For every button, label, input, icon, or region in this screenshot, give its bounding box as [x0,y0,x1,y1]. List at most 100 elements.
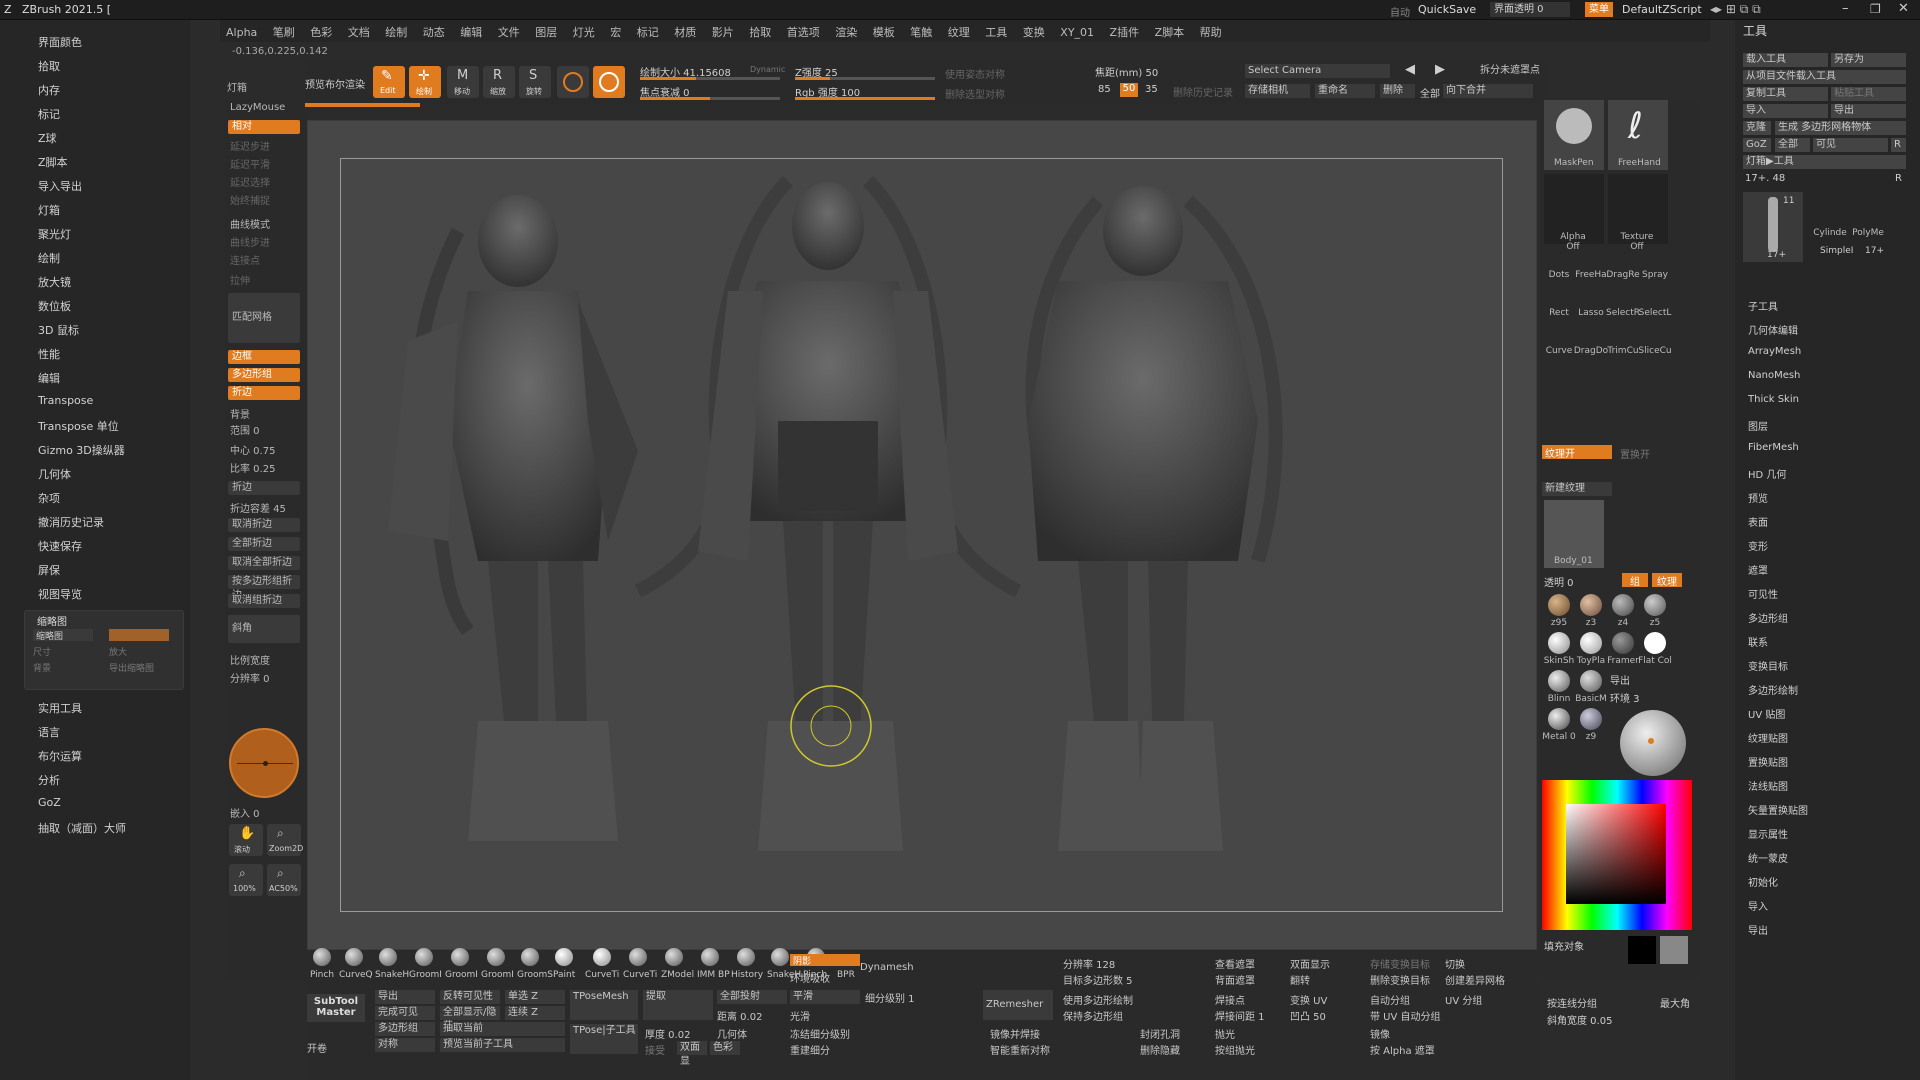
maskpen-brush-icon[interactable]: MaskPen [1544,100,1604,170]
rename-camera-button[interactable]: 重命名 [1315,84,1375,98]
left-menu-item[interactable]: Gizmo 3D操纵器 [38,442,125,458]
sdiv-slider[interactable]: 细分级别 1 [865,990,915,1005]
freehand-stroke-icon[interactable]: ℓ FreeHand [1608,100,1668,170]
polypaint-menu[interactable]: 多边形绘制 [1748,682,1798,697]
polygroup-toggle[interactable]: 多边形组 [228,368,300,382]
polygroup-subtool-button[interactable]: 多边形组 [375,1022,435,1036]
accept-button[interactable]: 接受 [645,1042,665,1057]
thumbnail-export[interactable]: 导出缩略图 [109,661,154,674]
paste-tool-button[interactable]: 粘贴工具 [1831,87,1906,101]
left-menu-item[interactable]: 灯箱 [38,202,60,218]
menu-light[interactable]: 灯光 [567,20,601,44]
material-z9-icon[interactable] [1580,708,1602,730]
preview-boolean-button[interactable]: 预览布尔渲染 [305,76,365,91]
vector-displacement-menu[interactable]: 矢量置换贴图 [1748,802,1808,817]
extract-button[interactable]: 提取 [643,990,713,1020]
clone-button[interactable]: 克隆 [1743,121,1771,135]
menu-dynamics[interactable]: 动态 [417,20,451,44]
smooth-button[interactable]: 平滑 [790,990,860,1004]
polymesh-tool-button[interactable]: PolyMe [1849,228,1887,238]
brush-snakehook[interactable]: SnakeH [375,970,409,980]
lightbox-tools-button[interactable]: 灯箱▶工具 [1743,155,1906,169]
use-pose-symmetry[interactable]: 使用姿态对称 [945,66,1005,81]
material-blinn-icon[interactable] [1548,670,1570,692]
max-angle-slider[interactable]: 最大角 [1660,995,1690,1010]
menu-alpha[interactable]: Alpha [220,22,263,43]
menu-zscript[interactable]: Z脚本 [1149,20,1191,44]
lightbox-button[interactable]: 灯箱 [227,79,247,94]
edit-curve-widget[interactable] [229,728,299,798]
brush-groom1[interactable]: GroomI [409,970,442,980]
left-menu-item[interactable]: 放大镜 [38,274,71,290]
menu-transform[interactable]: 变换 [1017,20,1051,44]
color-picker[interactable] [1542,780,1692,930]
left-menu-item[interactable]: Transpose 单位 [38,418,119,434]
secondary-color-swatch[interactable] [1660,936,1688,964]
brush-curvetube[interactable]: CurveTi [585,970,619,980]
delete-camera-button[interactable]: 删除 [1380,84,1415,98]
symmetry-button[interactable]: 对称 [375,1038,435,1052]
scroll-hand-icon[interactable]: ✋ 滚动 [229,824,263,856]
crease-pg-button[interactable]: 按多边形组折边 [228,575,300,601]
color-button[interactable]: 色彩 [710,1041,740,1055]
flip-uv-button[interactable]: 变换 UV [1290,992,1327,1007]
preview-menu[interactable]: 预览 [1748,490,1768,505]
thumbnail-bg[interactable]: 背景 [33,661,51,674]
menu-color[interactable]: 色彩 [304,20,338,44]
menu-document[interactable]: 文档 [342,20,376,44]
thumbnail-sub[interactable]: 缩略图 [33,629,93,642]
mirror-weld-button[interactable]: 镜像并焊接 [990,1026,1040,1041]
merge-down-button[interactable]: 向下合并 [1443,84,1533,98]
menu-texture[interactable]: 纹理 [942,20,976,44]
left-menu-item[interactable]: 撤消历史记录 [38,514,104,530]
menu-brush[interactable]: 笔刷 [267,20,301,44]
all-button[interactable]: 全部 [1420,85,1440,100]
mirror-button[interactable]: 镜像 [1370,1026,1390,1041]
crease-all-button[interactable]: 全部折边 [228,537,300,551]
quicksave-button[interactable]: QuickSave [1418,3,1476,16]
bevel-width-slider[interactable]: 斜角宽度 0.05 [1547,1012,1612,1027]
current-tool-thumbnail[interactable]: 11 17+ [1743,192,1803,262]
camera-next-icon[interactable]: ▶ [1435,62,1445,77]
left-menu-item[interactable]: 屏保 [38,562,60,578]
zoom2d-icon[interactable]: ⌕ Zoom2D [267,824,303,856]
match-mesh-button[interactable]: 匹配网格 [228,293,300,343]
dynamesh-button[interactable]: Dynamesh [860,962,914,973]
rgb-mode-button[interactable] [593,66,625,98]
texture-button[interactable]: 纹理 [1652,573,1682,588]
import-menu[interactable]: 导入 [1748,898,1768,913]
left-menu-item[interactable]: 内存 [38,82,60,98]
material-skinshade-icon[interactable] [1548,632,1570,654]
brush-paint[interactable]: Paint [553,970,575,980]
menu-stencil[interactable]: 模板 [867,20,901,44]
tool-palette-title[interactable]: 工具 [1743,22,1767,39]
menu-zplugin[interactable]: Z插件 [1104,20,1146,44]
uncrease-button[interactable]: 取消折边 [228,518,300,532]
preview-subtool-button[interactable]: 预览当前子工具 [440,1038,565,1052]
ambient-occlusion-button[interactable]: 环境吸收 [790,970,830,985]
menus-button[interactable]: 菜单 [1585,2,1613,17]
left-menu-item[interactable]: 绘制 [38,250,60,266]
delete-morph-button[interactable]: 删除变换目标 [1370,972,1430,987]
spray-stroke-button[interactable]: Spray [1636,270,1674,280]
double-sided-button[interactable]: 双面显 [677,1041,707,1067]
save-as-button[interactable]: 另存为 [1831,53,1906,67]
rotate-mode-button[interactable]: S 旋转 [519,66,551,98]
texture-map-menu[interactable]: 纹理贴图 [1748,730,1788,745]
minimize-icon[interactable]: – [1842,1,1849,16]
texture-off-icon[interactable]: Texture Off [1608,174,1668,252]
displacement-on-button[interactable]: 置换开 [1620,446,1650,461]
relative-button[interactable]: 相对 [228,120,300,134]
lazymouse-label[interactable]: LazyMouse [230,102,285,113]
menu-xy01[interactable]: XY_01 [1054,22,1100,43]
solo-z-button[interactable]: 单选 Z [505,990,565,1004]
create-diff-mesh-button[interactable]: 创建差异网格 [1445,972,1505,987]
back-mask-button[interactable]: 背面遮罩 [1215,972,1255,987]
crease-button[interactable]: 折边 [228,481,300,495]
close-holes-button[interactable]: 封闭孔洞 [1140,1026,1180,1041]
store-morph-button[interactable]: 存储变换目标 [1370,956,1430,971]
delete-hidden-button[interactable]: 删除隐藏 [1140,1042,1180,1057]
r-button[interactable]: R [1891,138,1906,152]
left-menu-item[interactable]: 数位板 [38,298,71,314]
left-menu-item[interactable]: 语言 [38,724,60,740]
